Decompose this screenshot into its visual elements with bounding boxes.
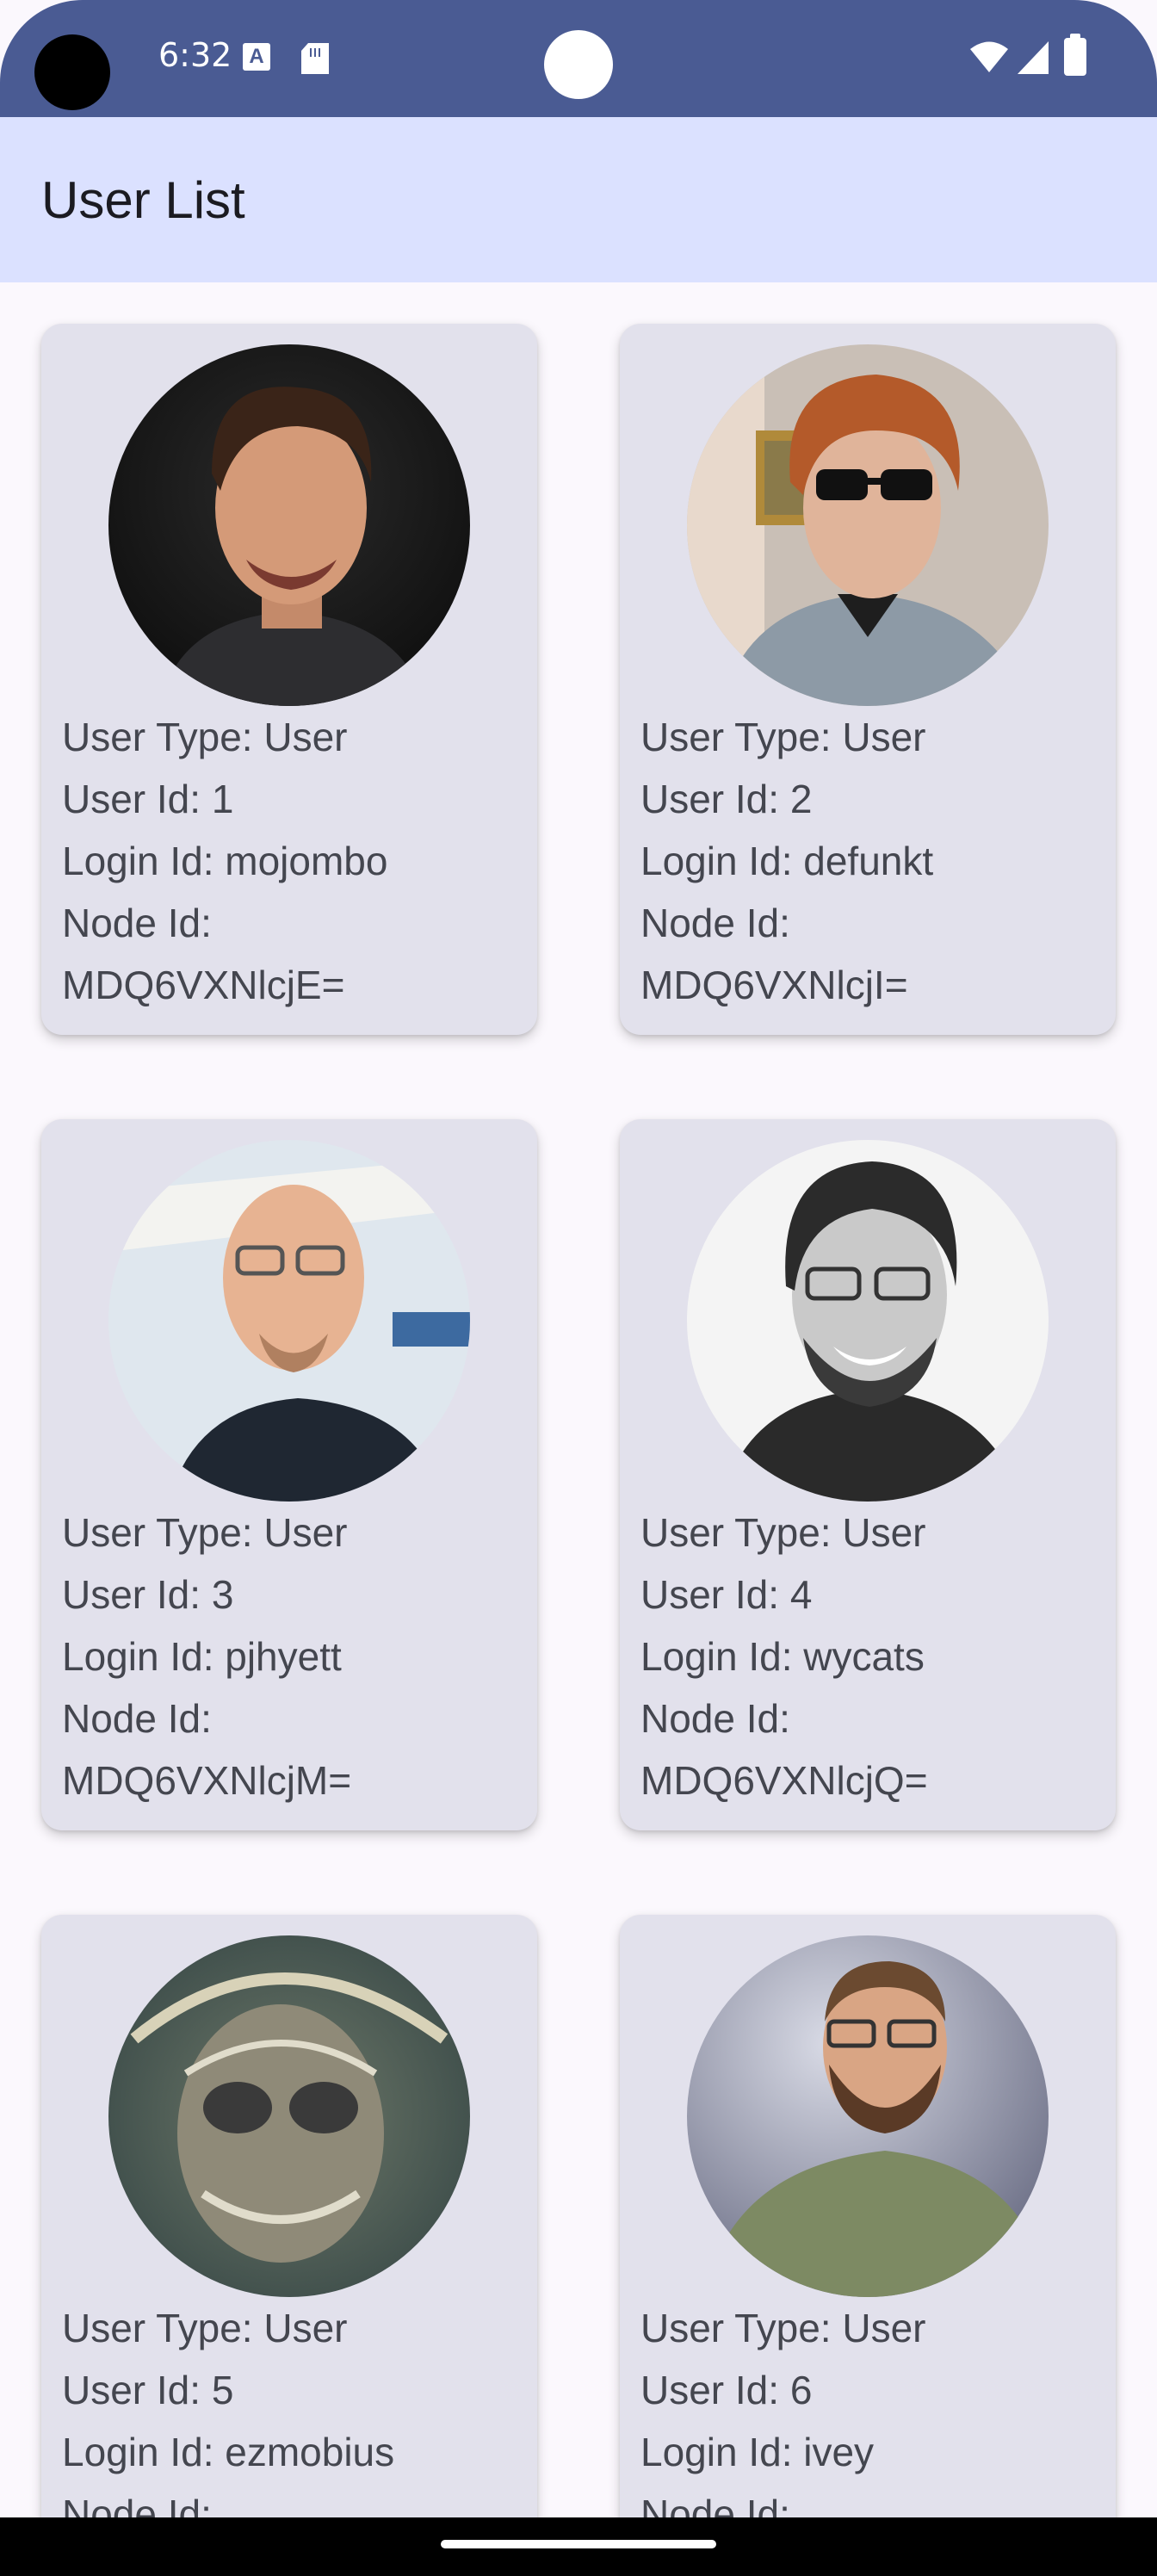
user-info: User Type: User User Id: 4 Login Id: wyc… (640, 1502, 1105, 1811)
node-id-label: Node Id: (640, 901, 790, 945)
login-id-text: Login Id: pjhyett (62, 1634, 342, 1679)
user-avatar (687, 1935, 1049, 2297)
user-info: User Type: User User Id: 2 Login Id: def… (640, 706, 1105, 1016)
home-gesture-handle[interactable] (441, 2540, 716, 2548)
user-id-text: User Id: 3 (62, 1572, 234, 1617)
user-id-text: User Id: 5 (62, 2368, 234, 2412)
wifi-icon (970, 41, 1008, 72)
status-time: 6:32 (158, 36, 232, 74)
signal-icon (1018, 41, 1049, 74)
user-type-text: User Type: User (62, 2306, 348, 2350)
login-id-text: Login Id: ivey (640, 2430, 875, 2474)
user-info: User Type: User User Id: 3 Login Id: pjh… (62, 1502, 527, 1811)
user-type-text: User Type: User (62, 715, 348, 759)
user-card[interactable]: User Type: User User Id: 3 Login Id: pjh… (41, 1119, 537, 1830)
camera-cutout (544, 30, 613, 99)
front-camera (34, 34, 110, 110)
node-id-label: Node Id: (62, 1696, 212, 1741)
user-id-text: User Id: 1 (62, 777, 234, 821)
user-id-text: User Id: 2 (640, 777, 813, 821)
user-card[interactable]: User Type: User User Id: 1 Login Id: moj… (41, 324, 537, 1035)
sd-card-icon (301, 43, 329, 74)
user-avatar (108, 1935, 470, 2297)
user-type-text: User Type: User (62, 1510, 348, 1555)
node-id-label: Node Id: (62, 901, 212, 945)
text-a-notification-icon: A (243, 43, 270, 71)
node-id-value: MDQ6VXNlcjI= (640, 963, 908, 1007)
battery-icon (1064, 34, 1086, 76)
node-id-value: MDQ6VXNlcjQ= (640, 1758, 928, 1803)
user-id-text: User Id: 6 (640, 2368, 813, 2412)
user-card[interactable]: User Type: User User Id: 2 Login Id: def… (620, 324, 1116, 1035)
user-card[interactable]: User Type: User User Id: 4 Login Id: wyc… (620, 1119, 1116, 1830)
user-type-text: User Type: User (640, 2306, 926, 2350)
user-info: User Type: User User Id: 6 Login Id: ive… (640, 2297, 1105, 2545)
user-avatar (108, 1140, 470, 1502)
user-avatar (687, 1140, 1049, 1502)
login-id-text: Login Id: ezmobius (62, 2430, 395, 2474)
device-screen: 6:32 A User List User Type: User User Id… (0, 0, 1157, 2576)
user-avatar (108, 344, 470, 706)
node-id-value: MDQ6VXNlcjM= (62, 1758, 352, 1803)
status-bar: 6:32 A (0, 0, 1157, 117)
page-title: User List (41, 171, 245, 229)
user-card[interactable]: User Type: User User Id: 6 Login Id: ive… (620, 1915, 1116, 2576)
user-type-text: User Type: User (640, 1510, 926, 1555)
top-app-bar: User List (0, 117, 1157, 282)
node-id-value: MDQ6VXNlcjE= (62, 963, 345, 1007)
user-card[interactable]: User Type: User User Id: 5 Login Id: ezm… (41, 1915, 537, 2576)
user-type-text: User Type: User (640, 715, 926, 759)
user-info: User Type: User User Id: 5 Login Id: ezm… (62, 2297, 527, 2545)
user-id-text: User Id: 4 (640, 1572, 813, 1617)
user-grid[interactable]: User Type: User User Id: 1 Login Id: moj… (0, 282, 1157, 2576)
login-id-text: Login Id: defunkt (640, 839, 934, 883)
node-id-label: Node Id: (640, 1696, 790, 1741)
login-id-text: Login Id: wycats (640, 1634, 925, 1679)
login-id-text: Login Id: mojombo (62, 839, 388, 883)
user-info: User Type: User User Id: 1 Login Id: moj… (62, 706, 527, 1016)
user-avatar (687, 344, 1049, 706)
